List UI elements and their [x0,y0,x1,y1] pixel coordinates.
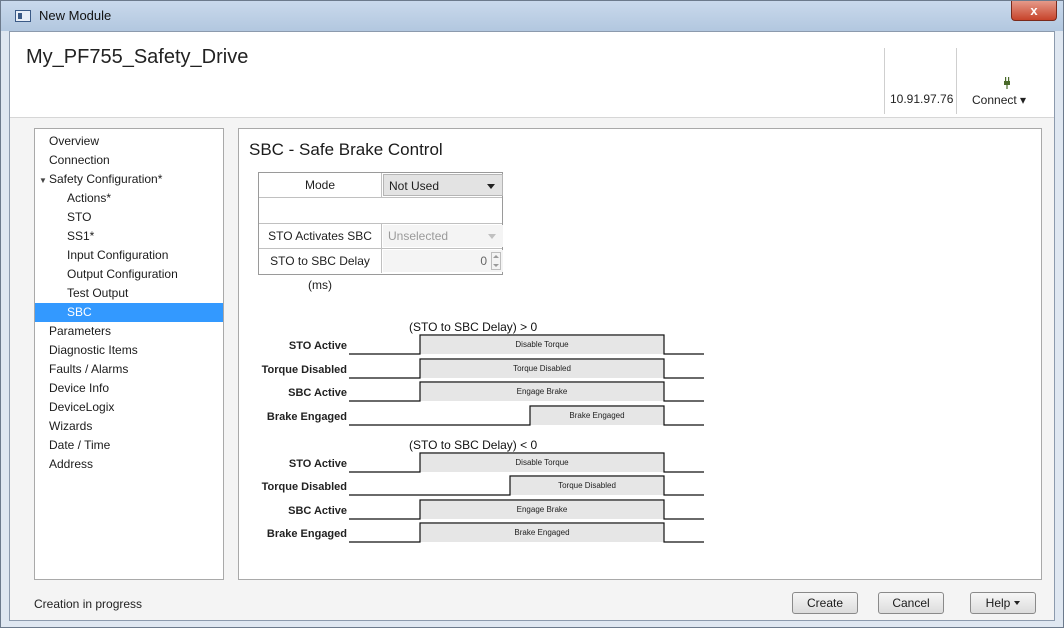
signal-wave [349,334,704,355]
status-text: Creation in progress [34,597,143,611]
delay-value: 0 [480,254,487,268]
nav-sto[interactable]: STO [35,208,223,227]
nav-parameters[interactable]: Parameters [35,322,223,341]
expand-caret-icon[interactable]: ▼ [39,171,49,190]
nav-address[interactable]: Address [35,455,223,474]
signal-wave [349,475,704,496]
sto-activates-dropdown[interactable]: Unselected [383,225,503,247]
delay-label: STO to SBC Delay (ms) [259,249,382,292]
dialog-client: My_PF755_Safety_Drive 10.91.97.76 Connec… [9,31,1055,621]
nav-wizards[interactable]: Wizards [35,417,223,436]
cancel-button[interactable]: Cancel [878,592,944,614]
close-button[interactable]: x [1011,1,1057,21]
spinner-arrows-icon[interactable] [491,252,501,270]
mode-label: Mode [259,173,382,197]
help-button[interactable]: Help [970,592,1036,614]
signal-wave [349,358,704,379]
signal-label: Brake Engaged [266,411,347,423]
sbc-config-table: Mode Not Used STO Activates SBC Unselect… [258,172,503,292]
nav-connection[interactable]: Connection [35,151,223,170]
signal-wave [349,381,704,402]
navigation-tree: Overview Connection ▼ Safety Configuratio… [34,128,224,580]
mode-row: Mode Not Used [259,173,503,198]
signal-wave [349,499,704,520]
nav-diagnostic-items[interactable]: Diagnostic Items [35,341,223,360]
module-header: My_PF755_Safety_Drive 10.91.97.76 Connec… [10,32,1054,118]
signal-wave [349,522,704,543]
signal-label: SBC Active [288,387,347,399]
nav-output-configuration[interactable]: Output Configuration [35,265,223,284]
nav-device-info[interactable]: Device Info [35,379,223,398]
signal-label: SBC Active [288,505,347,517]
signal-label: STO Active [288,340,347,352]
nav-label: Safety Configuration* [49,172,163,186]
diagram1-title: (STO to SBC Delay) > 0 [409,320,538,334]
page-title: SBC - Safe Brake Control [249,140,443,159]
window-icon [15,10,31,22]
dropdown-arrow-icon [488,234,496,239]
help-label: Help [985,596,1011,610]
connect-button[interactable]: Connect ▾ [972,93,1026,107]
mode-dropdown[interactable]: Not Used [383,174,503,196]
title-bar: New Module x [1,1,1063,31]
diagram2-title: (STO to SBC Delay) < 0 [409,438,538,452]
nav-sbc[interactable]: SBC [35,303,223,322]
nav-overview[interactable]: Overview [35,132,223,151]
chevron-down-icon [1014,601,1021,605]
delay-spinner[interactable]: 0 [383,250,503,272]
nav-ss1[interactable]: SS1* [35,227,223,246]
nav-test-output[interactable]: Test Output [35,284,223,303]
ip-address: 10.91.97.76 [890,92,954,106]
sto-activates-row: STO Activates SBC Unselected [259,224,503,249]
nav-date-time[interactable]: Date / Time [35,436,223,455]
empty-row [259,198,502,224]
header-divider [884,48,885,114]
signal-label: Torque Disabled [261,481,347,493]
header-divider [956,48,957,114]
plug-icon[interactable] [1002,77,1012,89]
mode-value: Not Used [389,179,440,193]
dropdown-arrow-icon [487,184,495,189]
signal-wave [349,452,704,473]
module-dialog: New Module x My_PF755_Safety_Drive 10.91… [0,0,1064,628]
signal-label: Torque Disabled [261,364,347,376]
signal-wave [349,405,704,426]
sbc-panel: SBC - Safe Brake Control Mode Not Used S… [238,128,1042,580]
create-button[interactable]: Create [792,592,858,614]
nav-faults-alarms[interactable]: Faults / Alarms [35,360,223,379]
nav-devicelogix[interactable]: DeviceLogix [35,398,223,417]
sto-activates-value: Unselected [388,229,449,243]
sto-activates-label: STO Activates SBC [259,224,382,248]
window-title: New Module [39,8,112,23]
module-name: My_PF755_Safety_Drive [26,46,249,68]
nav-input-configuration[interactable]: Input Configuration [35,246,223,265]
nav-safety-configuration[interactable]: ▼ Safety Configuration* [35,170,223,189]
signal-label: STO Active [288,458,347,470]
signal-label: Brake Engaged [266,528,347,540]
delay-row: STO to SBC Delay (ms) 0 [259,249,503,292]
nav-actions[interactable]: Actions* [35,189,223,208]
